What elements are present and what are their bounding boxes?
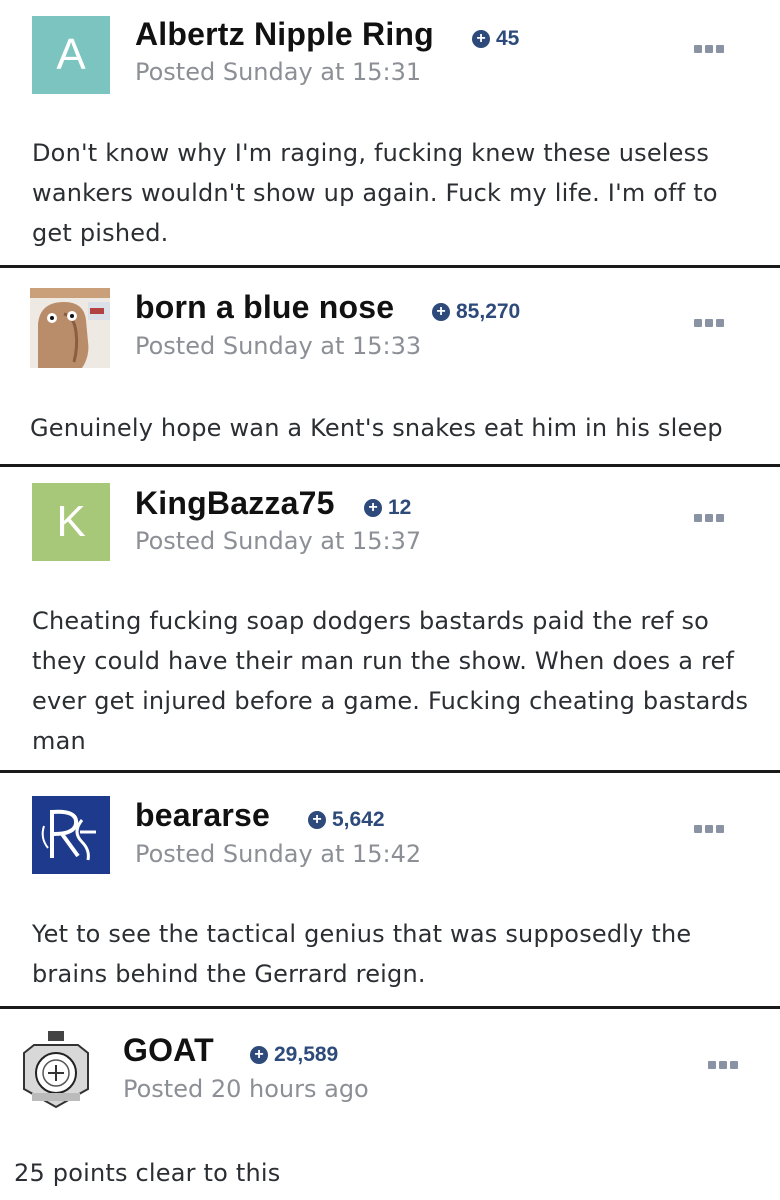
plus-circle-icon: + <box>250 1046 268 1064</box>
username[interactable]: GOAT <box>123 1032 214 1069</box>
post-content: Cheating fucking soap dodgers bastards p… <box>32 607 749 755</box>
post-menu-button[interactable] <box>694 318 724 328</box>
post-timestamp[interactable]: Posted Sunday at 15:31 <box>135 58 421 86</box>
post-timestamp[interactable]: Posted 20 hours ago <box>123 1075 369 1103</box>
avatar[interactable]: A <box>32 16 110 94</box>
ellipsis-dot <box>716 514 724 522</box>
reputation-count: 45 <box>496 27 520 50</box>
post-menu-button[interactable] <box>708 1060 738 1070</box>
post-timestamp[interactable]: Posted Sunday at 15:42 <box>135 840 421 868</box>
ellipsis-icon <box>694 825 702 833</box>
plus-circle-icon: + <box>432 303 450 321</box>
reputation-badge: + 12 <box>364 496 411 520</box>
post: born a blue nose + 85,270 Posted Sunday … <box>0 268 780 464</box>
reputation-badge: + 5,642 <box>308 808 385 832</box>
ellipsis-dot <box>716 825 724 833</box>
post-menu-button[interactable] <box>694 513 724 523</box>
post-menu-button[interactable] <box>694 824 724 834</box>
reputation-count: 29,589 <box>274 1043 339 1066</box>
ellipsis-dot <box>705 45 713 53</box>
post: GOAT + 29,589 Posted 20 hours ago 25 poi… <box>0 1009 780 1200</box>
plus-circle-icon: + <box>308 811 326 829</box>
post-content: Don't know why I'm raging, fucking knew … <box>32 139 718 247</box>
ellipsis-dot <box>705 319 713 327</box>
ellipsis-icon <box>708 1061 716 1069</box>
avatar[interactable] <box>32 796 110 874</box>
reputation-count: 12 <box>388 496 412 519</box>
cartoon-avatar-icon <box>30 288 110 368</box>
plus-circle-icon: + <box>364 499 382 517</box>
reputation-badge: + 29,589 <box>250 1043 338 1067</box>
ellipsis-dot <box>730 1061 738 1069</box>
ellipsis-dot <box>719 1061 727 1069</box>
ellipsis-dot <box>705 514 713 522</box>
username[interactable]: born a blue nose <box>135 289 394 326</box>
avatar-letter: A <box>56 30 86 79</box>
plus-circle-icon: + <box>472 30 490 48</box>
username[interactable]: KingBazza75 <box>135 485 335 522</box>
ellipsis-dot <box>716 45 724 53</box>
avatar[interactable]: K <box>32 483 110 561</box>
avatar[interactable] <box>14 1027 98 1111</box>
reputation-badge: + 85,270 <box>432 300 520 324</box>
post: beararse + 5,642 Posted Sunday at 15:42 … <box>0 773 780 1006</box>
avatar[interactable] <box>30 288 110 368</box>
ellipsis-icon <box>694 514 702 522</box>
reputation-count: 5,642 <box>332 808 385 831</box>
ellipsis-icon <box>694 45 702 53</box>
ellipsis-icon <box>694 319 702 327</box>
post-timestamp[interactable]: Posted Sunday at 15:37 <box>135 527 421 555</box>
rangers-crest-icon <box>32 796 110 874</box>
post-content: Yet to see the tactical genius that was … <box>32 920 692 988</box>
reputation-badge: + 45 <box>472 27 519 51</box>
post-timestamp[interactable]: Posted Sunday at 15:33 <box>135 332 421 360</box>
username[interactable]: beararse <box>135 797 270 834</box>
ellipsis-dot <box>705 825 713 833</box>
avatar-letter: K <box>56 497 86 546</box>
reputation-count: 85,270 <box>456 300 521 323</box>
post-content: 25 points clear to this <box>14 1159 281 1187</box>
post: A Albertz Nipple Ring + 45 Posted Sunday… <box>0 0 780 265</box>
club-crest-icon <box>14 1027 98 1111</box>
post-content: Genuinely hope wan a Kent's snakes eat h… <box>30 414 723 442</box>
ellipsis-dot <box>716 319 724 327</box>
post-menu-button[interactable] <box>694 44 724 54</box>
post: K KingBazza75 + 12 Posted Sunday at 15:3… <box>0 467 780 770</box>
username[interactable]: Albertz Nipple Ring <box>135 16 434 53</box>
